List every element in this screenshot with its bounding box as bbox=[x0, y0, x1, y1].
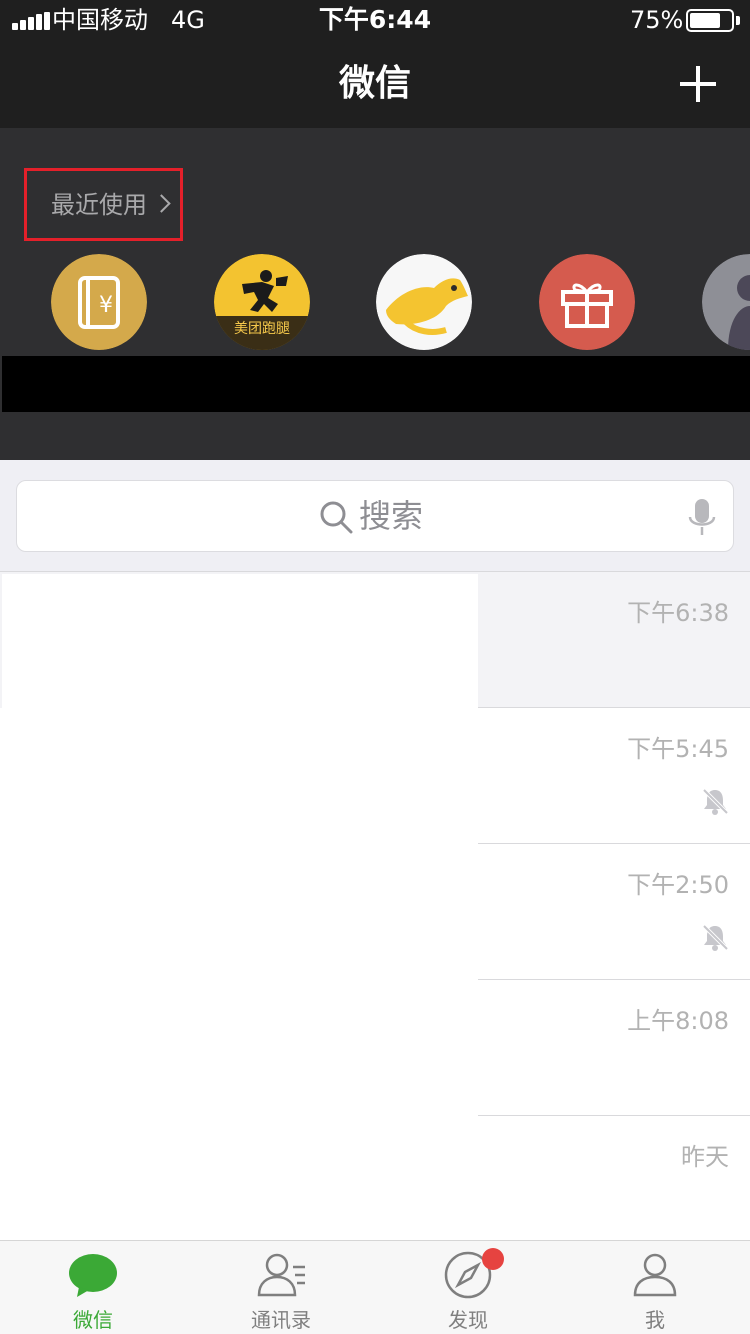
chat-time: 下午5:45 bbox=[627, 735, 729, 763]
recent-mini-programs-panel: 最近使用 ¥ 美团跑腿 bbox=[0, 128, 750, 460]
search-placeholder: 搜索 bbox=[359, 497, 424, 535]
tab-label: 发现 bbox=[448, 1308, 488, 1332]
profile-icon bbox=[633, 1253, 677, 1297]
mini-program-wallet[interactable]: ¥ bbox=[51, 254, 147, 350]
tab-label: 通讯录 bbox=[251, 1308, 311, 1332]
mute-bell-icon bbox=[702, 924, 729, 951]
recent-used-link[interactable]: 最近使用 bbox=[24, 168, 183, 241]
tab-contacts[interactable]: 通讯录 bbox=[211, 1241, 351, 1334]
recent-used-label: 最近使用 bbox=[51, 191, 147, 219]
top-bar: 中国移动 4G 下午6:44 75% 微信 bbox=[0, 0, 750, 128]
microphone-icon[interactable] bbox=[687, 497, 717, 537]
tab-label: 微信 bbox=[73, 1308, 113, 1332]
wallet-yuan-icon: ¥ bbox=[51, 254, 147, 350]
chat-time: 上午8:08 bbox=[627, 1007, 729, 1035]
mini-program-kangaroo[interactable] bbox=[376, 254, 472, 350]
search-area: 搜索 bbox=[0, 460, 750, 572]
chat-bubble-icon bbox=[69, 1254, 117, 1297]
chevron-right-icon bbox=[152, 194, 171, 213]
tab-discover[interactable]: 发现 bbox=[398, 1241, 538, 1334]
plus-icon[interactable] bbox=[680, 66, 716, 102]
search-input[interactable]: 搜索 bbox=[16, 480, 734, 552]
status-bar: 中国移动 4G 下午6:44 75% bbox=[0, 0, 750, 42]
contacts-icon bbox=[257, 1253, 305, 1297]
battery-icon bbox=[686, 9, 734, 32]
redacted-bar bbox=[2, 356, 750, 412]
mute-bell-icon bbox=[702, 788, 729, 815]
gift-icon bbox=[539, 254, 635, 350]
kangaroo-icon bbox=[376, 254, 472, 350]
mini-program-gift[interactable] bbox=[539, 254, 635, 350]
svg-text:¥: ¥ bbox=[99, 293, 113, 318]
chat-list: 下午6:38 下午5:45 下午2:50 上午8:08 昨天 bbox=[0, 572, 750, 1240]
search-icon bbox=[320, 501, 353, 534]
mini-program-meituan[interactable]: 美团跑腿 bbox=[214, 254, 310, 350]
tab-chats[interactable]: 微信 bbox=[23, 1241, 163, 1334]
tab-me[interactable]: 我 bbox=[585, 1241, 725, 1334]
mini-program-person[interactable] bbox=[702, 254, 750, 350]
person-avatar-icon bbox=[702, 254, 750, 350]
battery-level-fill bbox=[690, 13, 720, 28]
chat-time: 昨天 bbox=[681, 1143, 729, 1171]
recent-apps-row: ¥ 美团跑腿 bbox=[0, 254, 750, 350]
tab-label: 我 bbox=[645, 1308, 665, 1332]
redacted-chat-content bbox=[2, 574, 478, 1238]
chat-time: 下午6:38 bbox=[627, 599, 729, 627]
battery-cap bbox=[736, 16, 740, 25]
battery-percent: 75% bbox=[630, 6, 684, 34]
mini-program-meituan-label: 美团跑腿 bbox=[234, 321, 290, 337]
discover-badge bbox=[482, 1248, 504, 1270]
tab-bar: 微信 通讯录 发现 我 bbox=[0, 1240, 750, 1334]
chat-time: 下午2:50 bbox=[627, 871, 729, 899]
page-title: 微信 bbox=[338, 63, 411, 104]
